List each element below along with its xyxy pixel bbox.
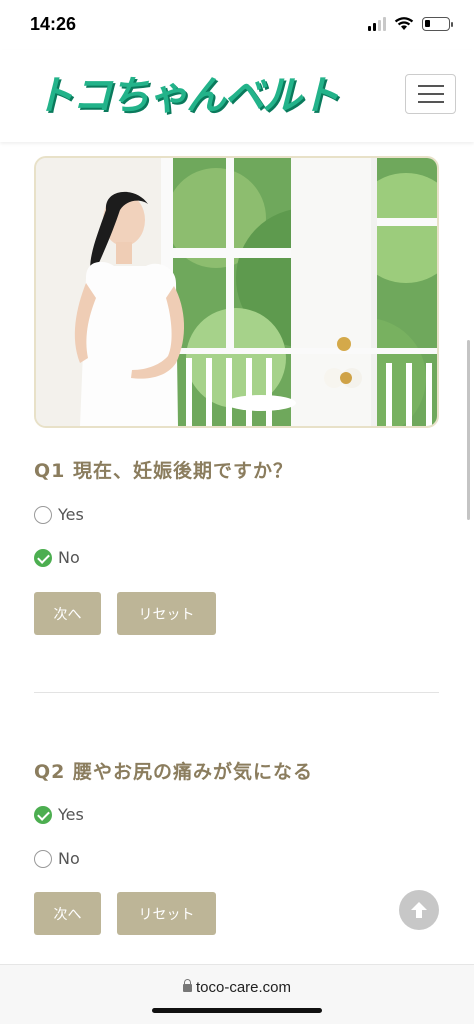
question-1-title: Q1 現在、妊娠後期ですか？ — [34, 460, 293, 482]
question-2-title: Q2 腰やお尻の痛みが気になる — [34, 761, 313, 783]
site-header: トコちゃんベルト — [0, 50, 474, 142]
status-icons — [368, 16, 453, 31]
hero-image — [34, 156, 439, 428]
option-label: Yes — [58, 805, 84, 824]
menu-button[interactable] — [405, 74, 456, 114]
status-bar: 14:26 — [0, 0, 474, 50]
wifi-icon — [394, 17, 414, 30]
lock-icon — [182, 979, 192, 993]
radio-checked-icon[interactable] — [34, 548, 52, 567]
status-time: 14:26 — [30, 14, 77, 34]
page-scrollbar[interactable] — [467, 340, 470, 520]
question-1-option-no[interactable]: No — [34, 548, 80, 567]
option-label: Yes — [58, 505, 84, 524]
question-1-next-button[interactable]: 次へ — [34, 592, 101, 635]
question-1-reset-button[interactable]: リセット — [117, 592, 216, 635]
site-logo[interactable]: トコちゃんベルト — [34, 68, 340, 124]
home-indicator[interactable] — [152, 1008, 322, 1013]
url-text: toco-care.com — [195, 979, 292, 996]
url-display[interactable]: toco-care.com — [0, 979, 474, 996]
arrow-up-icon — [411, 902, 427, 918]
radio-unchecked-icon[interactable] — [34, 505, 52, 524]
question-2-next-button[interactable]: 次へ — [34, 892, 101, 935]
section-divider — [34, 692, 439, 693]
option-label: No — [58, 849, 80, 868]
radio-unchecked-icon[interactable] — [34, 849, 52, 868]
radio-checked-icon[interactable] — [34, 805, 52, 824]
question-2-reset-button[interactable]: リセット — [117, 892, 216, 935]
scroll-to-top-button[interactable] — [399, 890, 439, 930]
cellular-signal-icon — [368, 16, 386, 31]
option-label: No — [58, 548, 80, 567]
browser-address-bar[interactable]: toco-care.com — [0, 964, 474, 1024]
battery-icon — [422, 16, 453, 31]
question-1-option-yes[interactable]: Yes — [34, 505, 84, 524]
question-2-option-yes[interactable]: Yes — [34, 805, 84, 824]
hamburger-menu-icon — [417, 85, 444, 87]
question-2-option-no[interactable]: No — [34, 849, 80, 868]
